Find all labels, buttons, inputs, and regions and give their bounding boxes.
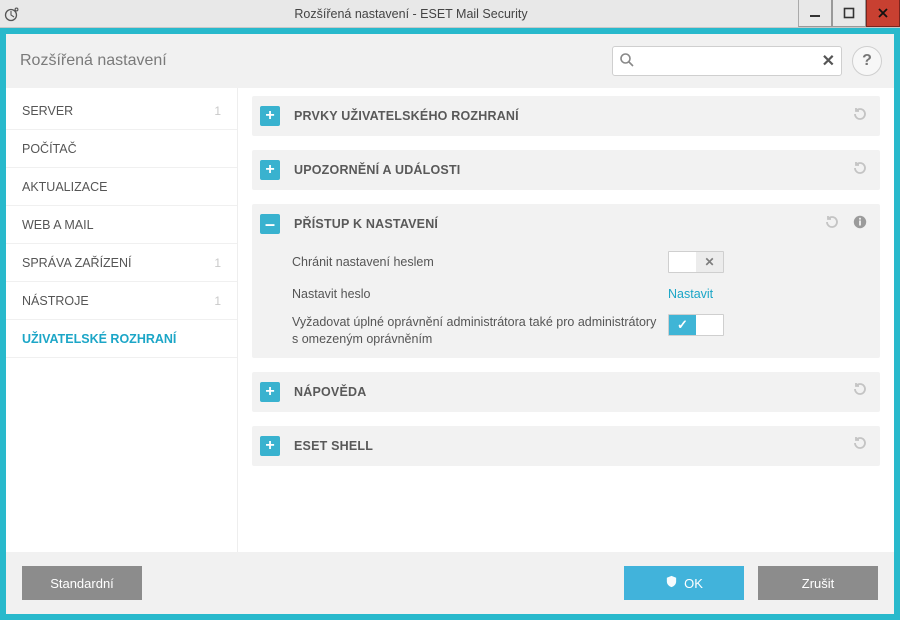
panel-title: UPOZORNĚNÍ A UDÁLOSTI [294, 163, 852, 177]
sidebar-item-tools[interactable]: NÁSTROJE 1 [6, 282, 237, 320]
sidebar-badge: 1 [214, 104, 221, 118]
app-frame: Rozšířená nastavení ✕ ? SERVER 1 POČÍTAČ… [0, 28, 900, 620]
close-button[interactable] [866, 0, 900, 27]
header: Rozšířená nastavení ✕ ? [6, 34, 894, 88]
ok-label: OK [684, 576, 703, 591]
panel-title: ESET SHELL [294, 439, 852, 453]
ok-button[interactable]: OK [624, 566, 744, 600]
body: SERVER 1 POČÍTAČ AKTUALIZACE WEB A MAIL … [6, 88, 894, 552]
panel-help: NÁPOVĚDA [252, 372, 880, 412]
reset-icon[interactable] [824, 214, 840, 235]
shield-icon [665, 575, 678, 591]
sidebar-item-label: SERVER [22, 104, 73, 118]
panel-header[interactable]: PRVKY UŽIVATELSKÉHO ROZHRANÍ [252, 96, 880, 136]
panel-header[interactable]: PŘÍSTUP K NASTAVENÍ [252, 204, 880, 244]
content: PRVKY UŽIVATELSKÉHO ROZHRANÍ UPOZORNĚNÍ … [238, 88, 894, 552]
expand-icon[interactable] [260, 382, 280, 402]
sidebar-badge: 1 [214, 294, 221, 308]
setting-label: Vyžadovat úplné oprávnění administrátora… [292, 314, 668, 348]
maximize-button[interactable] [832, 0, 866, 27]
reset-icon[interactable] [852, 381, 868, 402]
sidebar-item-label: SPRÁVA ZAŘÍZENÍ [22, 256, 132, 270]
sidebar-item-label: WEB A MAIL [22, 218, 94, 232]
panel-access-setup: PŘÍSTUP K NASTAVENÍ Chránit nastavení he… [252, 204, 880, 358]
setting-label: Chránit nastavení heslem [292, 255, 668, 269]
toggle-require-admin[interactable] [668, 314, 724, 336]
toggle-protect-password[interactable] [668, 251, 724, 273]
collapse-icon[interactable] [260, 214, 280, 234]
window-title: Rozšířená nastavení - ESET Mail Security [24, 7, 798, 21]
sidebar-item-user-interface[interactable]: UŽIVATELSKÉ ROZHRANÍ [6, 320, 237, 358]
search-icon [619, 52, 635, 73]
panel-eset-shell: ESET SHELL [252, 426, 880, 466]
panel-header[interactable]: ESET SHELL [252, 426, 880, 466]
sidebar-item-server[interactable]: SERVER 1 [6, 92, 237, 130]
setting-label: Nastavit heslo [292, 287, 668, 301]
cancel-button[interactable]: Zrušit [758, 566, 878, 600]
reset-icon[interactable] [852, 160, 868, 181]
minimize-button[interactable] [798, 0, 832, 27]
panel-title: PŘÍSTUP K NASTAVENÍ [294, 217, 824, 231]
panel-ui-elements: PRVKY UŽIVATELSKÉHO ROZHRANÍ [252, 96, 880, 136]
help-button[interactable]: ? [852, 46, 882, 76]
search-input[interactable] [612, 46, 842, 76]
sidebar-badge: 1 [214, 256, 221, 270]
sidebar-item-label: UŽIVATELSKÉ ROZHRANÍ [22, 332, 176, 346]
reset-icon[interactable] [852, 435, 868, 456]
sidebar-item-computer[interactable]: POČÍTAČ [6, 130, 237, 168]
row-protect-password: Chránit nastavení heslem [292, 246, 868, 278]
row-set-password: Nastavit heslo Nastavit [292, 278, 868, 310]
sidebar-item-update[interactable]: AKTUALIZACE [6, 168, 237, 206]
search-wrap: ✕ [612, 46, 842, 76]
expand-icon[interactable] [260, 436, 280, 456]
default-button[interactable]: Standardní [22, 566, 142, 600]
titlebar: Rozšířená nastavení - ESET Mail Security [0, 0, 900, 28]
panel-header[interactable]: NÁPOVĚDA [252, 372, 880, 412]
sidebar: SERVER 1 POČÍTAČ AKTUALIZACE WEB A MAIL … [6, 88, 238, 552]
sidebar-item-web-mail[interactable]: WEB A MAIL [6, 206, 237, 244]
info-icon[interactable] [852, 214, 868, 235]
link-set-password[interactable]: Nastavit [668, 287, 713, 301]
panel-title: NÁPOVĚDA [294, 385, 852, 399]
panel-header[interactable]: UPOZORNĚNÍ A UDÁLOSTI [252, 150, 880, 190]
sidebar-item-label: POČÍTAČ [22, 142, 77, 156]
window-controls [798, 0, 900, 27]
sidebar-item-label: AKTUALIZACE [22, 180, 107, 194]
sidebar-item-label: NÁSTROJE [22, 294, 89, 308]
expand-icon[interactable] [260, 160, 280, 180]
page-title: Rozšířená nastavení [20, 52, 602, 70]
expand-icon[interactable] [260, 106, 280, 126]
footer: Standardní OK Zrušit [6, 552, 894, 614]
search-clear-icon[interactable]: ✕ [822, 51, 835, 71]
panel-body: Chránit nastavení heslem Nastavit heslo … [252, 244, 880, 358]
row-require-admin: Vyžadovat úplné oprávnění administrátora… [292, 310, 868, 348]
sidebar-item-device-mgmt[interactable]: SPRÁVA ZAŘÍZENÍ 1 [6, 244, 237, 282]
app-icon [0, 0, 24, 28]
panel-title: PRVKY UŽIVATELSKÉHO ROZHRANÍ [294, 109, 852, 123]
panel-alerts: UPOZORNĚNÍ A UDÁLOSTI [252, 150, 880, 190]
reset-icon[interactable] [852, 106, 868, 127]
